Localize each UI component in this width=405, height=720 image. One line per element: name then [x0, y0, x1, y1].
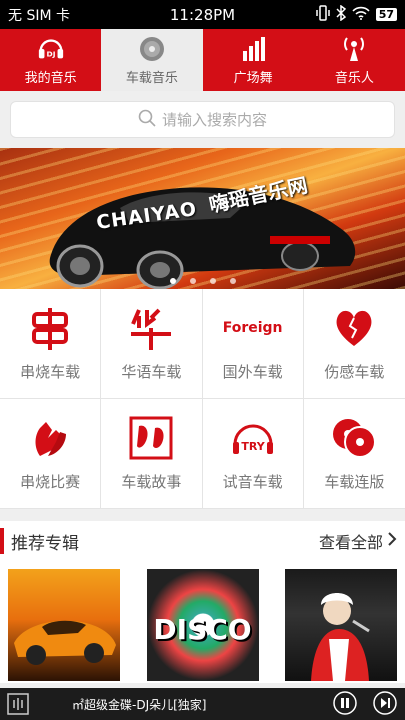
dj-headphone-icon: DJ — [37, 35, 65, 63]
status-bar: 无 SIM 卡 11:28PM 57 — [0, 0, 405, 29]
hua-glyph-icon — [125, 305, 177, 351]
tab-my-music[interactable]: DJ 我的音乐 — [0, 29, 101, 91]
chevron-right-icon — [387, 531, 397, 551]
search-icon — [138, 109, 156, 131]
banner-pagination — [0, 278, 405, 284]
double-disc-icon — [328, 415, 380, 461]
category-label: 串烧比赛 — [20, 473, 81, 491]
tab-musicians[interactable]: 音乐人 — [304, 29, 405, 91]
bar-chart-icon — [239, 35, 267, 63]
category-label: 国外车载 — [222, 363, 283, 381]
pagination-dot[interactable] — [209, 278, 216, 284]
story-faces-icon — [125, 415, 177, 461]
promo-banner[interactable]: CHAIYAO 嗨瑶音乐网 — [0, 148, 405, 289]
section-accent-bar — [0, 528, 4, 554]
pagination-dot[interactable] — [169, 278, 176, 284]
search-input[interactable]: 请输入搜索内容 — [10, 101, 395, 138]
broken-heart-icon — [328, 305, 380, 351]
album-card-disco[interactable]: DISCO — [146, 569, 259, 681]
orange-car-image — [14, 620, 116, 665]
category-label: 车载故事 — [121, 473, 182, 491]
carrier-label: 无 SIM 卡 — [8, 7, 70, 24]
section-title: 推荐专辑 — [0, 521, 79, 561]
antenna-person-icon — [340, 35, 368, 63]
disco-album-text: DISCO — [153, 613, 252, 646]
pagination-dot[interactable] — [189, 278, 196, 284]
clapping-hands-icon — [24, 415, 76, 461]
mini-player[interactable]: ㎡超级金碟-DJ朵儿[独家] — [0, 688, 405, 720]
recommended-albums-header: 推荐专辑 查看全部 — [0, 521, 405, 561]
tab-label: 广场舞 — [233, 70, 273, 86]
category-grid: 串烧车载 华语车载 Foreign 国外车载 伤感车载 串烧比赛 车载故事 TR… — [0, 289, 405, 509]
category-try-car[interactable]: TRY 试音车载 — [202, 399, 304, 509]
tab-car-music[interactable]: 车载音乐 — [101, 29, 203, 91]
now-playing-title: ㎡超级金碟-DJ朵儿[独家] — [72, 697, 207, 712]
next-track-icon — [373, 690, 397, 718]
vibrate-icon — [315, 4, 330, 25]
category-chinese-car[interactable]: 华语车载 — [101, 289, 203, 399]
tab-label: 车载音乐 — [125, 70, 178, 86]
category-car-stories[interactable]: 车载故事 — [101, 399, 203, 509]
category-medley-car[interactable]: 串烧车载 — [0, 289, 102, 399]
category-medley-contest[interactable]: 串烧比赛 — [0, 399, 102, 509]
pause-button[interactable] — [325, 688, 365, 720]
player-cover-icon[interactable] — [0, 688, 36, 720]
bluetooth-icon — [336, 4, 346, 25]
svg-text:TRY: TRY — [241, 440, 265, 453]
svg-text:DJ: DJ — [46, 49, 55, 58]
try-headphone-icon: TRY — [227, 415, 279, 461]
status-icons: 57 — [315, 4, 397, 25]
search-area: 请输入搜索内容 — [0, 91, 405, 148]
category-foreign-car[interactable]: Foreign 国外车载 — [202, 289, 304, 399]
category-label: 伤感车载 — [324, 363, 385, 381]
foreign-text-icon: Foreign — [222, 320, 283, 336]
category-label: 华语车载 — [121, 363, 182, 381]
album-card-singer[interactable] — [285, 569, 397, 681]
top-tab-bar: DJ 我的音乐 车载音乐 广场舞 音乐人 — [0, 29, 405, 91]
category-label: 串烧车载 — [20, 363, 81, 381]
album-card-sports-car[interactable] — [8, 569, 120, 681]
chuan-glyph-icon — [24, 305, 76, 351]
view-all-link[interactable]: 查看全部 — [319, 529, 397, 553]
section-title-text: 推荐专辑 — [11, 533, 79, 554]
category-car-series[interactable]: 车载连版 — [303, 399, 405, 509]
tab-label: 音乐人 — [334, 70, 374, 86]
wifi-icon — [352, 6, 370, 24]
search-placeholder: 请输入搜索内容 — [161, 111, 267, 129]
battery-indicator: 57 — [375, 8, 397, 21]
album-list: DISCO — [0, 561, 405, 683]
next-button[interactable] — [365, 688, 405, 720]
view-all-text: 查看全部 — [318, 533, 383, 552]
pause-icon — [333, 690, 357, 718]
category-sad-car[interactable]: 伤感车载 — [303, 289, 405, 399]
pagination-dot[interactable] — [229, 278, 236, 284]
sports-car-image — [49, 187, 356, 289]
category-label: 车载连版 — [324, 473, 385, 491]
cd-disc-icon — [138, 35, 166, 63]
tab-square-dance[interactable]: 广场舞 — [203, 29, 304, 91]
singer-image — [311, 593, 370, 681]
tab-label: 我的音乐 — [24, 70, 77, 86]
category-label: 试音车载 — [222, 473, 283, 491]
